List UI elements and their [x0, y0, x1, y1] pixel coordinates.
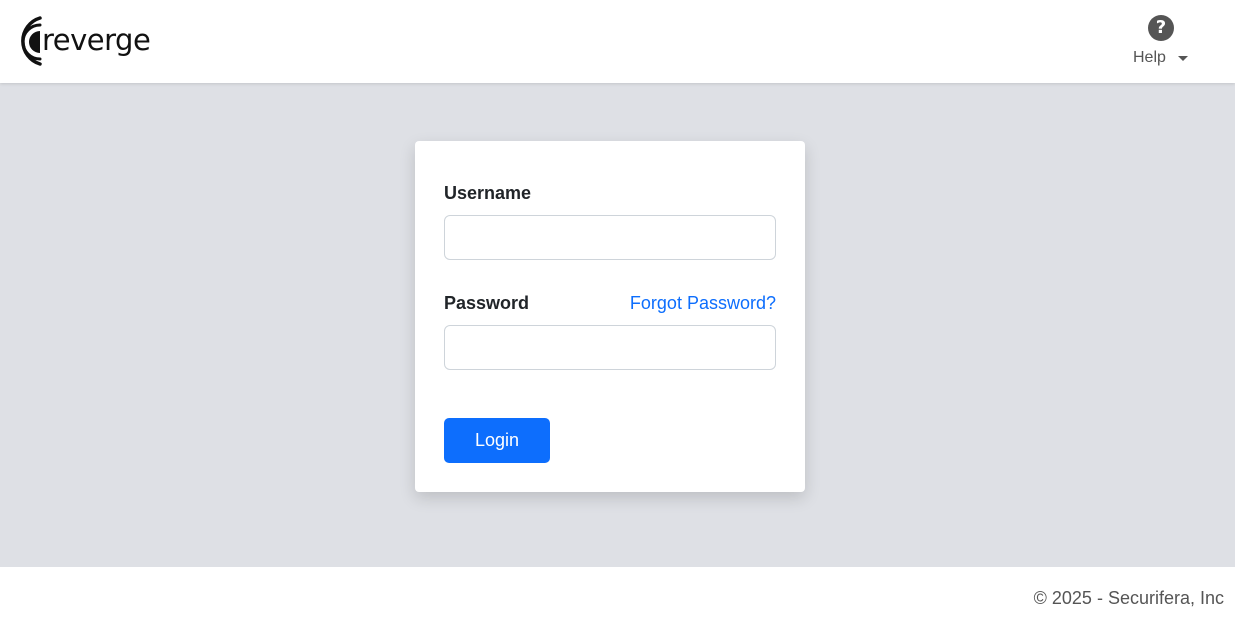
main-content: Username Password Forgot Password? Login	[0, 83, 1235, 567]
help-label: Help	[1133, 49, 1166, 66]
username-label: Username	[444, 183, 532, 203]
caret-down-icon	[1178, 56, 1188, 61]
copyright-text: © 2025 - Securifera, Inc	[1033, 588, 1224, 608]
forgot-password-link[interactable]: Forgot Password?	[630, 293, 776, 314]
login-button[interactable]: Login	[444, 418, 550, 463]
top-header: reverge ? Help	[0, 0, 1235, 83]
login-card: Username Password Forgot Password? Login	[415, 141, 805, 492]
username-input[interactable]	[444, 215, 776, 260]
password-input[interactable]	[444, 325, 776, 370]
help-dropdown[interactable]: ? Help	[1130, 14, 1192, 70]
password-label: Password	[444, 293, 530, 313]
footer: © 2025 - Securifera, Inc	[0, 567, 1235, 626]
brand-logo[interactable]: reverge	[10, 14, 151, 68]
logo-text: reverge	[42, 23, 151, 57]
question-circle-icon: ?	[1148, 15, 1174, 41]
